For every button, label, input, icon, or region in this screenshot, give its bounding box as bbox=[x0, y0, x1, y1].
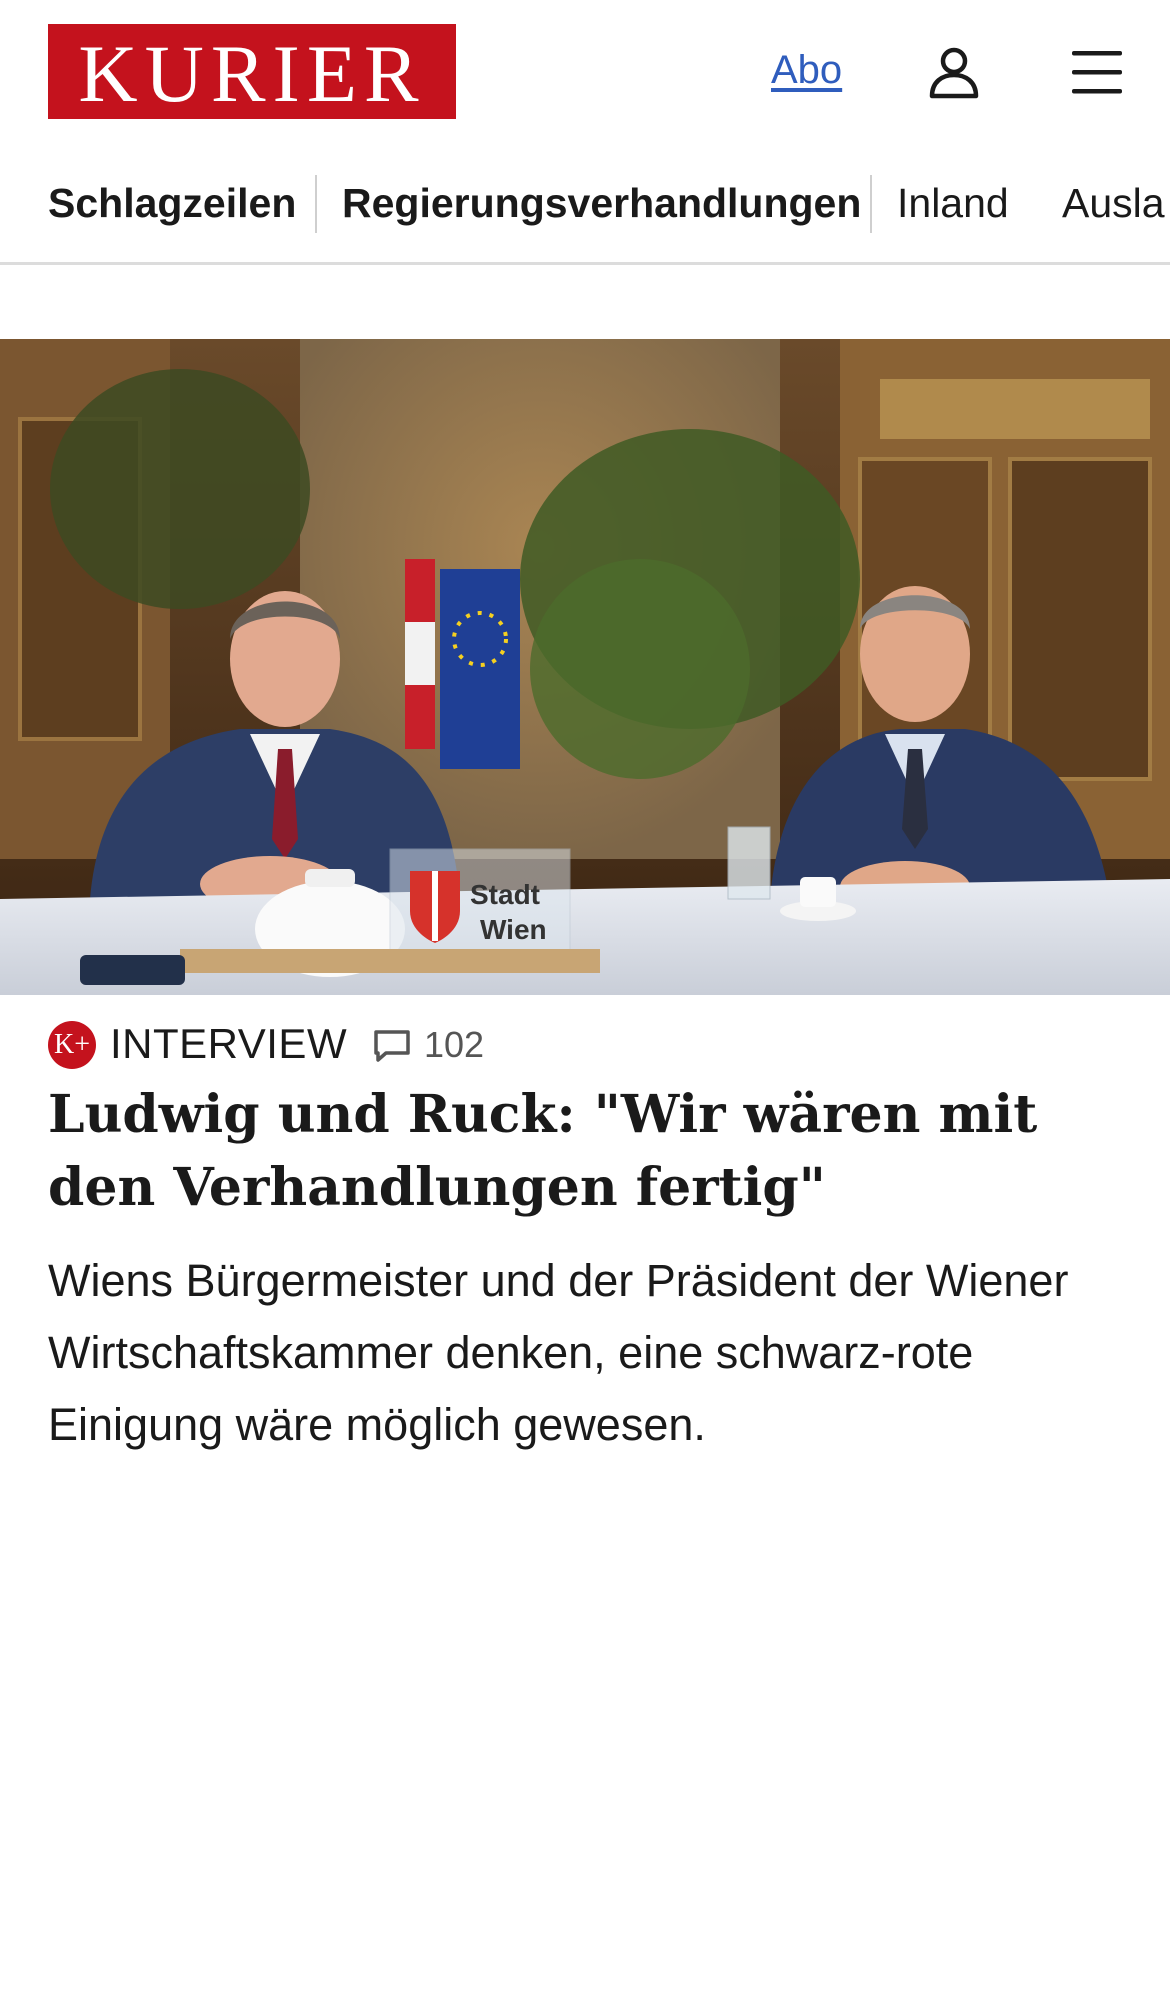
article-teaser[interactable]: Wiens Bürgermeister und der Präsident de… bbox=[48, 1245, 1138, 1461]
stadt-wien-sign-text: Stadt bbox=[470, 879, 540, 910]
article-meta: K+ INTERVIEW 102 bbox=[48, 1018, 1118, 1070]
nav-divider bbox=[870, 175, 872, 233]
article-category[interactable]: INTERVIEW bbox=[110, 1020, 347, 1068]
user-icon bbox=[929, 47, 979, 99]
nav-item-inland[interactable]: Inland bbox=[897, 179, 1009, 227]
abo-link[interactable]: Abo bbox=[771, 48, 842, 93]
user-account-button[interactable] bbox=[926, 44, 982, 100]
article-hero-image[interactable]: Stadt Wien bbox=[0, 339, 1170, 995]
kurier-plus-badge-icon: K+ bbox=[48, 1021, 96, 1069]
menu-button[interactable] bbox=[1068, 46, 1126, 98]
nav-bottom-border bbox=[0, 262, 1170, 265]
article-headline[interactable]: Ludwig und Ruck: "Wir wären mit den Verh… bbox=[48, 1078, 1128, 1224]
comment-icon[interactable] bbox=[372, 1028, 412, 1064]
section-nav: Schlagzeilen Regierungsverhandlungen Inl… bbox=[0, 165, 1170, 265]
site-header: KURIER Abo bbox=[0, 0, 1170, 145]
hero-photo: Stadt Wien bbox=[0, 339, 1170, 995]
hamburger-menu-icon bbox=[1072, 51, 1122, 94]
kurier-logo[interactable]: KURIER bbox=[48, 24, 456, 119]
svg-text:Wien: Wien bbox=[480, 914, 547, 945]
logo-text: KURIER bbox=[78, 27, 426, 119]
nav-item-schlagzeilen[interactable]: Schlagzeilen bbox=[48, 179, 296, 227]
nav-item-regierungsverhandlungen[interactable]: Regierungsverhandlungen bbox=[342, 179, 861, 227]
comment-count[interactable]: 102 bbox=[424, 1024, 484, 1066]
nav-item-ausland[interactable]: Ausla bbox=[1062, 179, 1165, 227]
nav-divider bbox=[315, 175, 317, 233]
